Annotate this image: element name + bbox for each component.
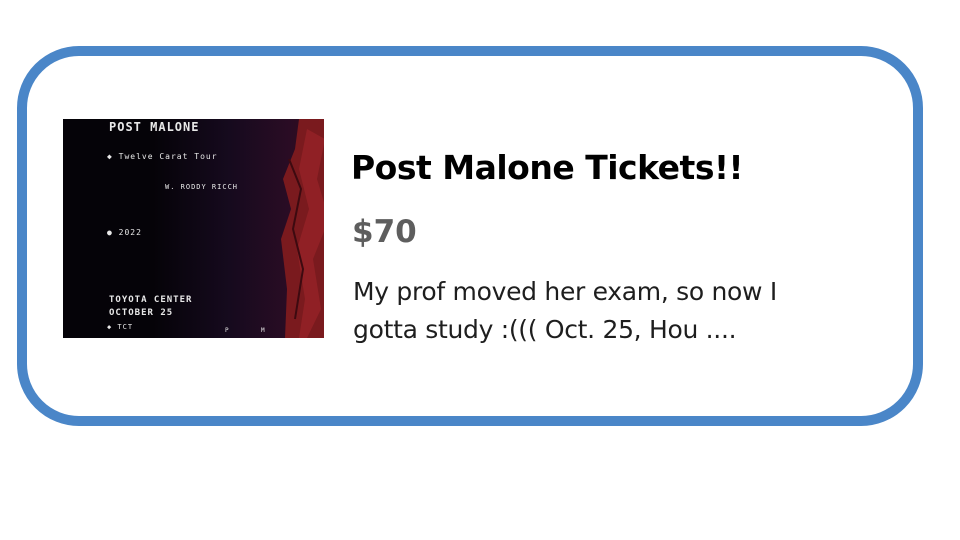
poster-mark-p: P [225,327,230,334]
listing-description: My prof moved her exam, so now I gotta s… [353,273,873,349]
poster-year-text: ● 2022 [107,228,142,237]
poster-figure-graphic [281,119,324,338]
poster-feature-text: W. RODDY RICCH [165,183,239,191]
poster-code-text: ◆ TCT [107,323,134,331]
listing-title[interactable]: Post Malone Tickets!! [351,148,744,187]
listing-price: $70 [352,214,417,250]
poster-tour-text: ◆ Twelve Carat Tour [107,152,218,161]
poster-artist-text: POST MALONE [109,120,200,134]
description-line-1: My prof moved her exam, so now I [353,277,777,306]
description-line-2: gotta study :((( Oct. 25, Hou .... [353,315,737,344]
poster-venue-text: TOYOTA CENTER [109,295,193,305]
listing-image[interactable]: POST MALONE ◆ Twelve Carat Tour W. RODDY… [63,119,324,338]
poster-date-text: OCTOBER 25 [109,308,174,318]
poster-mark-m: M [261,327,266,334]
